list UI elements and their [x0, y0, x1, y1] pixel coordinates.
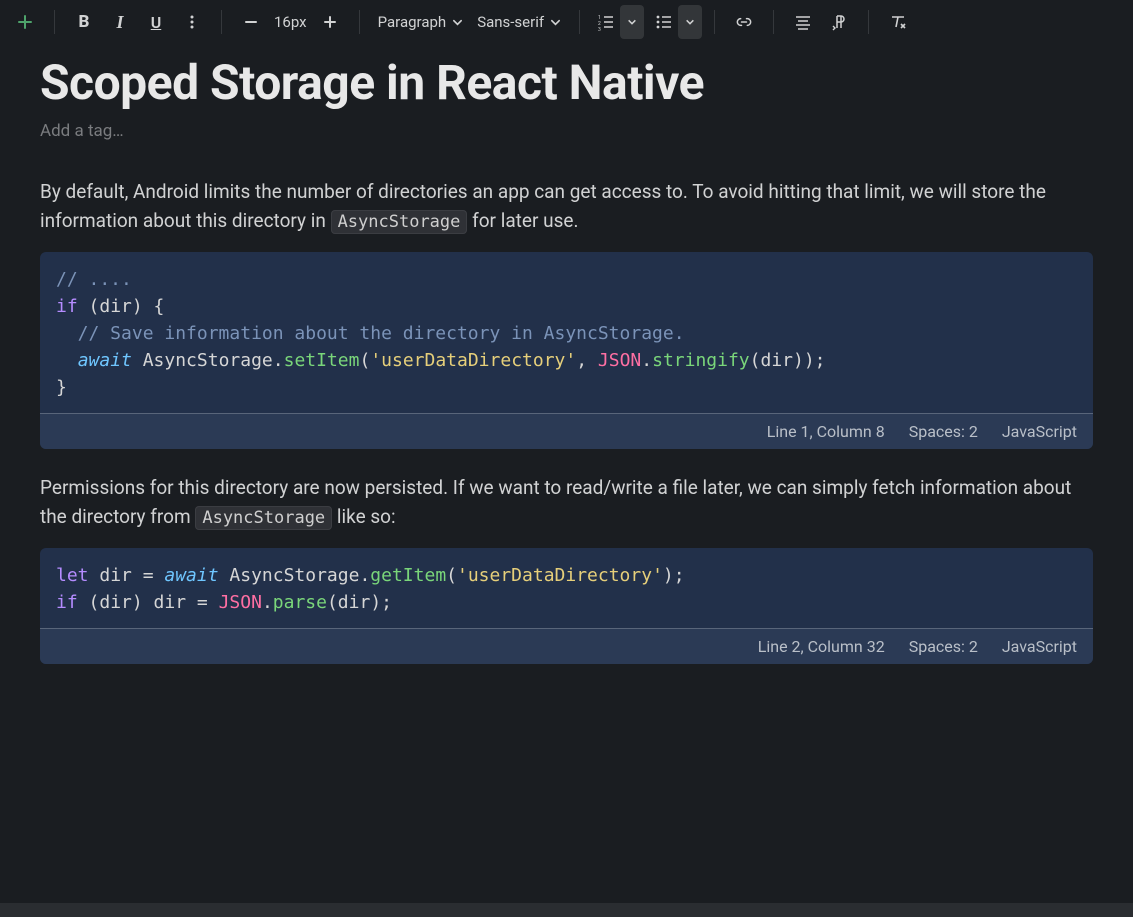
code-footer: Line 2, Column 32 Spaces: 2 JavaScript — [40, 628, 1093, 664]
code-token: (dir) { — [78, 296, 165, 317]
code-token: ); — [663, 565, 685, 586]
code-token: (dir) dir = — [78, 592, 219, 613]
code-token: ( — [446, 565, 457, 586]
unordered-list-button[interactable] — [650, 5, 678, 39]
unordered-list-options[interactable] — [678, 5, 702, 39]
code-token: setItem — [284, 350, 360, 371]
code-token: dir = — [89, 565, 165, 586]
document-content[interactable]: Scoped Storage in React Native Add a tag… — [0, 44, 1133, 664]
code-block[interactable]: // .... if (dir) { // Save information a… — [40, 252, 1093, 449]
code-token: , — [576, 350, 598, 371]
code-token: let — [56, 565, 89, 586]
code-token: await — [78, 350, 132, 371]
font-family-select[interactable]: Sans-serif — [471, 5, 567, 39]
indent-setting[interactable]: Spaces: 2 — [909, 422, 978, 441]
italic-button[interactable]: I — [103, 5, 137, 39]
toolbar-separator — [359, 10, 360, 34]
code-body[interactable]: let dir = await AsyncStorage.getItem('us… — [40, 548, 1093, 628]
code-token: await — [164, 565, 218, 586]
unordered-list-group — [650, 5, 702, 39]
increase-font-button[interactable] — [313, 5, 347, 39]
font-size-display: 16px — [270, 5, 311, 39]
text-direction-button[interactable] — [822, 5, 856, 39]
code-token: // Save information about the directory … — [56, 323, 685, 344]
toolbar-separator — [579, 10, 580, 34]
ordered-list-group: 123 — [592, 5, 644, 39]
align-button[interactable] — [786, 5, 820, 39]
code-token: // .... — [56, 269, 132, 290]
code-token: getItem — [370, 565, 446, 586]
code-token: . — [641, 350, 652, 371]
indent-setting[interactable]: Spaces: 2 — [909, 637, 978, 656]
cursor-position: Line 1, Column 8 — [767, 422, 885, 441]
block-style-select[interactable]: Paragraph — [372, 5, 470, 39]
status-bar — [0, 903, 1133, 917]
code-token: . — [273, 350, 284, 371]
language-setting[interactable]: JavaScript — [1002, 422, 1077, 441]
code-token: if — [56, 296, 78, 317]
language-setting[interactable]: JavaScript — [1002, 637, 1077, 656]
toolbar-separator — [868, 10, 869, 34]
code-token: parse — [273, 592, 327, 613]
code-footer: Line 1, Column 8 Spaces: 2 JavaScript — [40, 413, 1093, 449]
text-run: like so: — [332, 505, 395, 528]
more-formatting-button[interactable] — [175, 5, 209, 39]
ordered-list-options[interactable] — [620, 5, 644, 39]
tag-input[interactable]: Add a tag… — [40, 121, 1093, 141]
toolbar-separator — [714, 10, 715, 34]
decrease-font-button[interactable] — [234, 5, 268, 39]
cursor-position: Line 2, Column 32 — [758, 637, 885, 656]
toolbar-separator — [773, 10, 774, 34]
clear-formatting-button[interactable] — [881, 5, 915, 39]
code-block[interactable]: let dir = await AsyncStorage.getItem('us… — [40, 548, 1093, 664]
font-family-label: Sans-serif — [477, 13, 544, 31]
link-button[interactable] — [727, 5, 761, 39]
bold-button[interactable]: B — [67, 5, 101, 39]
toolbar-separator — [54, 10, 55, 34]
code-body[interactable]: // .... if (dir) { // Save information a… — [40, 252, 1093, 413]
code-token: (dir); — [327, 592, 392, 613]
code-token: . — [359, 565, 370, 586]
paragraph[interactable]: By default, Android limits the number of… — [40, 177, 1093, 236]
code-token: JSON — [219, 592, 262, 613]
code-token: AsyncStorage — [132, 350, 273, 371]
toolbar-separator — [221, 10, 222, 34]
svg-text:3: 3 — [598, 27, 601, 31]
code-token: JSON — [598, 350, 641, 371]
chevron-down-icon — [550, 17, 561, 28]
code-token: ( — [359, 350, 370, 371]
code-token: 'userDataDirectory' — [457, 565, 663, 586]
text-run: for later use. — [467, 209, 578, 232]
chevron-down-icon — [452, 17, 463, 28]
code-token: stringify — [652, 350, 750, 371]
page-title[interactable]: Scoped Storage in React Native — [40, 54, 1093, 111]
ordered-list-button[interactable]: 123 — [592, 5, 620, 39]
code-token: } — [56, 377, 67, 398]
code-token: . — [262, 592, 273, 613]
code-token: AsyncStorage — [219, 565, 360, 586]
code-token: if — [56, 592, 78, 613]
underline-button[interactable]: U — [139, 5, 173, 39]
inline-code: AsyncStorage — [331, 210, 468, 234]
block-style-label: Paragraph — [378, 13, 447, 31]
inline-code: AsyncStorage — [195, 506, 332, 530]
code-token: (dir)); — [750, 350, 826, 371]
paragraph[interactable]: Permissions for this directory are now p… — [40, 473, 1093, 532]
code-token: 'userDataDirectory' — [370, 350, 576, 371]
add-block-button[interactable] — [8, 5, 42, 39]
toolbar: B I U 16px Paragraph Sans-serif 123 — [0, 0, 1133, 44]
